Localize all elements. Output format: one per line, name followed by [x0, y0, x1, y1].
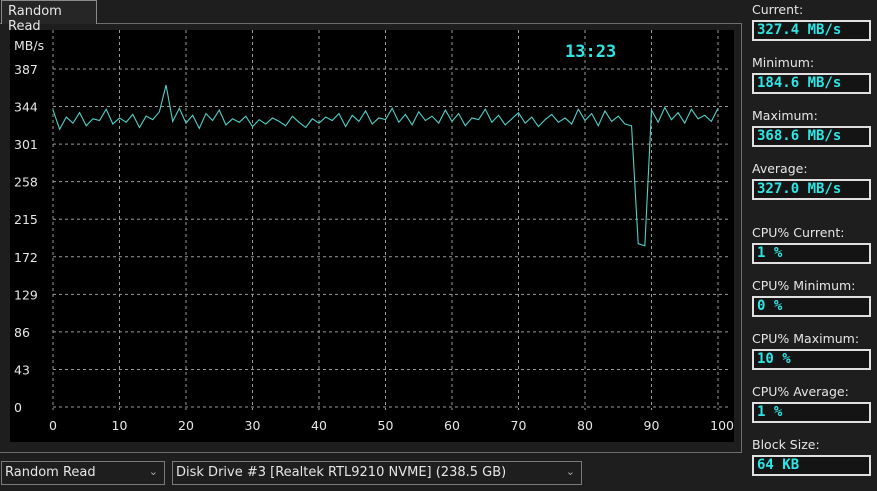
y-tick-label: 387 [14, 62, 38, 77]
stat-label: CPU% Average: [752, 384, 849, 399]
x-tick-label: 100 % [710, 418, 734, 433]
stat-value: 327.0 MB/s [752, 179, 871, 200]
y-tick-label: 258 [14, 175, 38, 190]
x-tick-label: 10 [112, 418, 128, 433]
x-tick-label: 50 [378, 418, 394, 433]
x-tick-label: 90 [644, 418, 660, 433]
stat-label: Minimum: [752, 55, 815, 70]
stat-value: 368.6 MB/s [752, 126, 871, 147]
tab-random-read[interactable]: Random Read [1, 0, 97, 34]
stat-label: CPU% Maximum: [752, 331, 860, 346]
x-tick-label: 0 [49, 418, 57, 433]
stat-label: Maximum: [752, 108, 818, 123]
stat-value: 327.4 MB/s [752, 20, 871, 41]
stat-label: CPU% Current: [752, 225, 845, 240]
test-type-select[interactable]: Random Read ⌄ [1, 461, 165, 485]
drive-value: Disk Drive #3 [Realtek RTL9210 NVME] (23… [176, 465, 507, 480]
y-tick-label: 301 [14, 137, 38, 152]
stat-value: 10 % [752, 349, 871, 370]
chevron-down-icon: ⌄ [148, 465, 158, 478]
stat-value: 1 % [752, 402, 871, 423]
stat-label: Current: [752, 2, 804, 17]
chart-area: 0 10 20 30 40 50 60 70 80 90 100 % 387 344 301 258 215 1… [10, 30, 734, 442]
y-tick-label: 43 [14, 362, 30, 377]
stat-label: Average: [752, 161, 808, 176]
stat-value: 1 % [752, 243, 871, 264]
x-tick-label: 60 [444, 418, 460, 433]
stat-value: 64 KB [752, 455, 871, 476]
y-tick-label: 129 [14, 287, 38, 302]
x-tick-label: 20 [178, 418, 194, 433]
y-tick-label: 215 [14, 212, 38, 227]
x-tick-label: 80 [577, 418, 593, 433]
stat-label: CPU% Minimum: [752, 278, 856, 293]
y-axis-label: MB/s [14, 38, 44, 53]
stat-label: Block Size: [752, 437, 820, 452]
y-tick-label: 86 [14, 325, 30, 340]
x-tick-label: 40 [311, 418, 327, 433]
y-tick-label: 0 [14, 400, 22, 415]
clock-display: 13:23 [565, 42, 616, 62]
chevron-down-icon: ⌄ [565, 465, 575, 478]
y-tick-label: 172 [14, 250, 38, 265]
drive-select[interactable]: Disk Drive #3 [Realtek RTL9210 NVME] (23… [172, 461, 582, 485]
chart-svg: 0 10 20 30 40 50 60 70 80 90 100 % 387 344 301 258 215 1… [14, 30, 734, 433]
stat-value: 0 % [752, 296, 871, 317]
x-tick-label: 70 [511, 418, 527, 433]
test-type-value: Random Read [5, 465, 96, 480]
stat-value: 184.6 MB/s [752, 73, 871, 94]
x-tick-label: 30 [245, 418, 261, 433]
y-tick-label: 344 [14, 100, 38, 115]
